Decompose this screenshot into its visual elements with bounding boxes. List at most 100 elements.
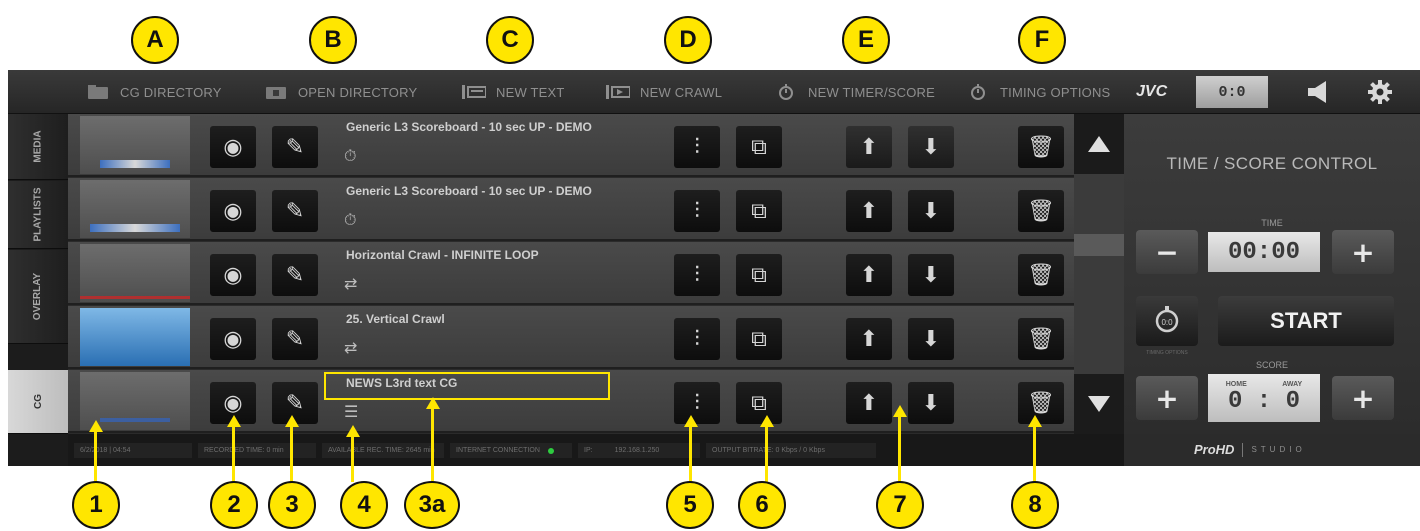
move-up-button[interactable]: ⬆ bbox=[846, 126, 892, 168]
properties-button[interactable]: ⫶ bbox=[674, 126, 720, 168]
score-readout: 0:0 bbox=[1196, 76, 1268, 108]
scroll-thumb[interactable] bbox=[1074, 234, 1124, 256]
status-ip: IP: 192.168.1.250 bbox=[578, 443, 700, 458]
new-crawl-button[interactable]: NEW CRAWL bbox=[606, 70, 722, 114]
sliders-icon: ⫶ bbox=[694, 390, 700, 416]
settings-gear-icon[interactable] bbox=[1368, 80, 1392, 108]
edit-button[interactable]: ✎ bbox=[272, 254, 318, 296]
new-timer-score-button[interactable]: NEW TIMER/SCORE bbox=[774, 70, 935, 114]
sliders-icon: ⫶ bbox=[694, 262, 700, 288]
layers-icon: ⧉ bbox=[751, 134, 767, 160]
prohd-studio-app: CG DIRECTORY OPEN DIRECTORY NEW TEXT NEW… bbox=[8, 70, 1420, 466]
callout-e: E bbox=[842, 16, 890, 64]
properties-button[interactable]: ⫶ bbox=[674, 318, 720, 360]
list-item[interactable]: ◉ ✎ Generic L3 Scoreboard - 10 sec UP - … bbox=[68, 178, 1074, 241]
triangle-down-icon bbox=[1088, 396, 1110, 412]
new-text-button[interactable]: NEW TEXT bbox=[462, 70, 565, 114]
cg-title[interactable]: Generic L3 Scoreboard - 10 sec UP - DEMO bbox=[346, 120, 592, 134]
new-crawl-icon bbox=[606, 84, 630, 100]
layers-button[interactable]: ⧉ bbox=[736, 382, 782, 424]
leader-line-3 bbox=[290, 427, 293, 482]
leader-arrow-4 bbox=[346, 425, 360, 437]
preview-eye-button[interactable]: ◉ bbox=[210, 190, 256, 232]
list-scrollbar[interactable] bbox=[1074, 114, 1124, 434]
delete-button[interactable]: 🗑 bbox=[1018, 318, 1064, 360]
leader-line-7 bbox=[898, 417, 901, 482]
preview-eye-button[interactable]: ◉ bbox=[210, 318, 256, 360]
move-up-button[interactable]: ⬆ bbox=[846, 254, 892, 296]
list-item[interactable]: ◉ ✎ Horizontal Crawl - INFINITE LOOP ⇄ ⫶… bbox=[68, 242, 1074, 305]
leader-line-5 bbox=[689, 427, 692, 482]
properties-button[interactable]: ⫶ bbox=[674, 190, 720, 232]
move-up-button[interactable]: ⬆ bbox=[846, 190, 892, 232]
cg-title[interactable]: 25. Vertical Crawl bbox=[346, 312, 445, 326]
move-up-button[interactable]: ⬆ bbox=[846, 382, 892, 424]
preview-eye-button[interactable]: ◉ bbox=[210, 126, 256, 168]
list-item[interactable]: ◉ ✎ NEWS L3rd text CG ☰ ⫶ ⧉ ⬆ ⬇ 🗑 bbox=[68, 370, 1074, 433]
ip-value: 192.168.1.250 bbox=[614, 447, 660, 454]
scroll-up-button[interactable] bbox=[1074, 114, 1124, 174]
layers-button[interactable]: ⧉ bbox=[736, 126, 782, 168]
windows-folder-icon bbox=[264, 84, 288, 100]
start-button[interactable]: START bbox=[1218, 296, 1394, 346]
leader-line-8 bbox=[1033, 427, 1036, 482]
arrow-down-icon: ⬇ bbox=[921, 390, 941, 416]
timing-options-small-button[interactable]: 0:0 bbox=[1136, 296, 1198, 346]
tab-playlists[interactable]: PLAYLISTS bbox=[8, 181, 68, 249]
preview-eye-button[interactable]: ◉ bbox=[210, 254, 256, 296]
timing-options-caption: TIMING OPTIONS bbox=[1146, 350, 1188, 356]
tab-cg[interactable]: CG bbox=[8, 370, 68, 434]
title-highlight-box bbox=[324, 372, 610, 400]
stopwatch-icon bbox=[774, 84, 798, 100]
eye-icon: ◉ bbox=[223, 134, 243, 160]
move-down-button[interactable]: ⬇ bbox=[908, 318, 954, 360]
tab-overlay-label: OVERLAY bbox=[32, 272, 44, 321]
edit-button[interactable]: ✎ bbox=[272, 126, 318, 168]
tab-media[interactable]: MEDIA bbox=[8, 114, 68, 180]
cg-title[interactable]: Generic L3 Scoreboard - 10 sec UP - DEMO bbox=[346, 184, 592, 198]
leader-line-2 bbox=[232, 427, 235, 482]
open-directory-button[interactable]: OPEN DIRECTORY bbox=[264, 70, 417, 114]
internet-label: INTERNET CONNECTION bbox=[456, 447, 540, 454]
leader-arrow-6 bbox=[760, 415, 774, 427]
status-available-time: AVAILABLE REC. TIME: 2645 min bbox=[322, 443, 444, 458]
delete-button[interactable]: 🗑 bbox=[1018, 254, 1064, 296]
trash-icon: 🗑 bbox=[1027, 134, 1055, 160]
move-down-button[interactable]: ⬇ bbox=[908, 126, 954, 168]
sliders-icon: ⫶ bbox=[694, 134, 700, 160]
move-down-button[interactable]: ⬇ bbox=[908, 190, 954, 232]
delete-button[interactable]: 🗑 bbox=[1018, 126, 1064, 168]
text-lines-icon: ☰ bbox=[344, 402, 359, 421]
list-item[interactable]: ◉ ✎ 25. Vertical Crawl ⇄ ⫶ ⧉ ⬆ ⬇ 🗑 bbox=[68, 306, 1074, 369]
move-up-button[interactable]: ⬆ bbox=[846, 318, 892, 360]
edit-button[interactable]: ✎ bbox=[272, 190, 318, 232]
list-item[interactable]: ◉ ✎ Generic L3 Scoreboard - 10 sec UP - … bbox=[68, 114, 1074, 177]
score-home-plus-button[interactable]: + bbox=[1136, 376, 1198, 420]
status-internet: INTERNET CONNECTION bbox=[450, 443, 572, 458]
speaker-icon[interactable] bbox=[1308, 81, 1332, 107]
scroll-down-button[interactable] bbox=[1074, 374, 1124, 434]
move-down-button[interactable]: ⬇ bbox=[908, 254, 954, 296]
timing-options-button[interactable]: TIMING OPTIONS bbox=[966, 70, 1110, 114]
score-value: 0 : 0 bbox=[1227, 388, 1300, 415]
crawl-arrows-icon: ⇄ bbox=[344, 338, 358, 357]
eye-icon: ◉ bbox=[223, 262, 243, 288]
cg-title[interactable]: Horizontal Crawl - INFINITE LOOP bbox=[346, 248, 539, 262]
move-down-button[interactable]: ⬇ bbox=[908, 382, 954, 424]
delete-button[interactable]: 🗑 bbox=[1018, 190, 1064, 232]
time-minus-button[interactable]: − bbox=[1136, 230, 1198, 274]
tab-overlay[interactable]: OVERLAY bbox=[8, 250, 68, 344]
trash-icon: 🗑 bbox=[1027, 198, 1055, 224]
layers-button[interactable]: ⧉ bbox=[736, 254, 782, 296]
callout-c: C bbox=[486, 16, 534, 64]
svg-text:0:0: 0:0 bbox=[1161, 318, 1173, 327]
edit-button[interactable]: ✎ bbox=[272, 318, 318, 360]
properties-button[interactable]: ⫶ bbox=[674, 254, 720, 296]
time-label: TIME bbox=[1261, 218, 1283, 228]
leader-arrow-2 bbox=[227, 415, 241, 427]
layers-button[interactable]: ⧉ bbox=[736, 318, 782, 360]
score-away-plus-button[interactable]: + bbox=[1332, 376, 1394, 420]
layers-button[interactable]: ⧉ bbox=[736, 190, 782, 232]
cg-directory-button[interactable]: CG DIRECTORY bbox=[86, 70, 222, 114]
time-plus-button[interactable]: + bbox=[1332, 230, 1394, 274]
